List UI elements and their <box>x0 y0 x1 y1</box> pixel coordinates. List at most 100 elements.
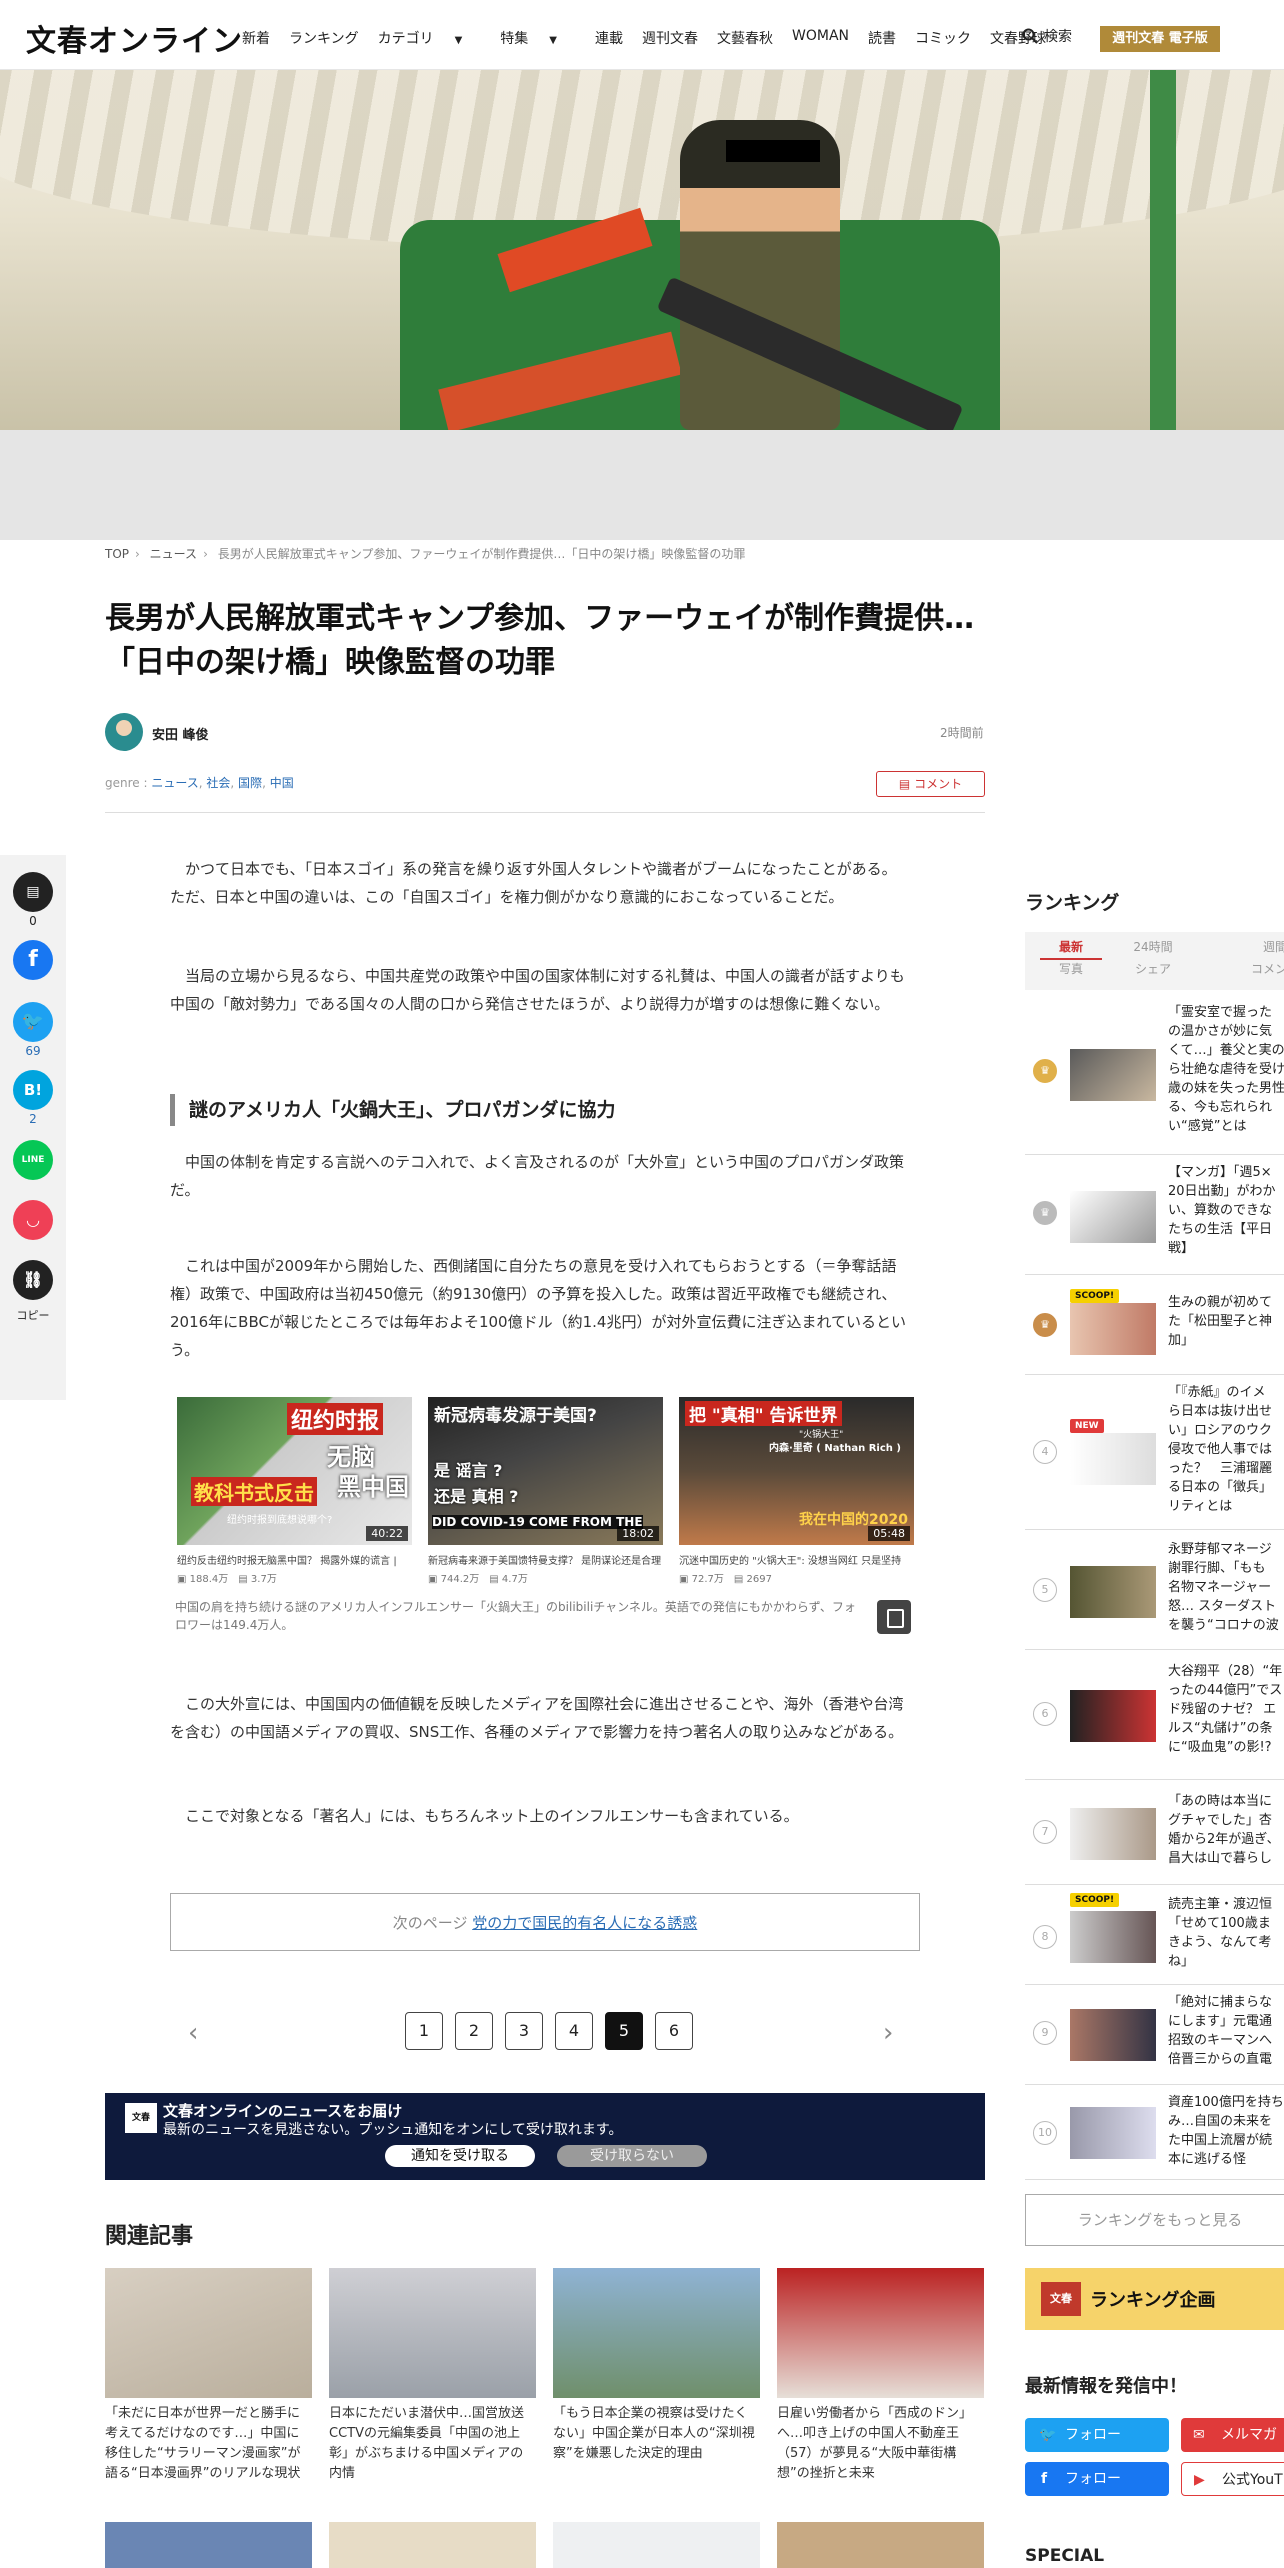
comment-share-icon[interactable]: ▤ <box>13 872 53 912</box>
related-article[interactable]: 日本にただいま潜伏中…国営放送CCTVの元編集委員「中国の池上彰」がぶちまける中… <box>329 2268 536 2484</box>
related-thumbnail[interactable] <box>329 2522 536 2568</box>
nav-item-weekly[interactable]: 週刊文春 <box>642 28 698 48</box>
pager-prev-icon[interactable]: ‹ <box>188 2018 198 2048</box>
genre-news[interactable]: ニュース <box>151 776 198 790</box>
tab-latest[interactable]: 最新 <box>1031 938 1111 955</box>
page-5-current[interactable]: 5 <box>605 2012 643 2050</box>
twitter-icon[interactable]: 🐦 <box>13 1002 53 1042</box>
next-page-link[interactable]: 次のページ 党の力で国民的有名人になる誘惑 <box>170 1893 920 1951</box>
ranking-item[interactable]: 10 資産100億円を持ち み…自国の未来を た中国上流層が続 本に逃げる怪 <box>1025 2085 1284 2180</box>
nav-item-books[interactable]: 読書 <box>868 28 896 48</box>
ranking-item[interactable]: 5 永野芽郁マネージ 謝罪行脚、「もも 名物マネージャー 怒… スターダスト を… <box>1025 1530 1284 1650</box>
author-name[interactable]: 安田 峰俊 <box>152 724 209 743</box>
scoop-badge: SCOOP! <box>1070 1893 1120 1907</box>
nav-item-new[interactable]: 新着 <box>242 28 270 48</box>
ranking-item[interactable]: 8 SCOOP! 読売主筆・渡辺恒 「せめて100歳ま きよう、なんて考 ね」 <box>1025 1885 1284 1985</box>
youtube-icon: ▶ <box>1194 2472 1205 2488</box>
nav-item-series[interactable]: 連載 <box>595 28 623 48</box>
related-thumbnail <box>553 2268 760 2398</box>
rank-number: 4 <box>1033 1440 1057 1464</box>
nav-item-bungeishunju[interactable]: 文藝春秋 <box>717 28 773 48</box>
pager-next-icon[interactable]: › <box>883 2018 893 2048</box>
related-thumbnail[interactable] <box>553 2522 760 2568</box>
tab-photo[interactable]: 写真 <box>1031 960 1111 977</box>
video-caption[interactable]: 沉迷中国历史的 "火锅大王": 没想当网红 只是坚持 <box>679 1552 919 1567</box>
hatena-bookmark-icon[interactable]: B! <box>13 1070 53 1110</box>
related-article[interactable]: 日雇い労働者から「西成のドン」へ…叩き上げの中国人不動産王（57）が夢見る“大阪… <box>777 2268 984 2484</box>
nav-item-category[interactable]: カテゴリ ▼ <box>378 28 482 48</box>
article-paragraph: 中国の体制を肯定する言説へのテコ入れで、よく言及されるのが「大外宣」という中国の… <box>170 1153 904 1199</box>
ranking-title: 「絶対に捕まらな にします」元電通 招致のキーマンへ 倍晋三からの直電 <box>1168 1995 1273 2067</box>
page-3[interactable]: 3 <box>505 2012 543 2050</box>
bunshun-logo-icon: 文春 <box>125 2103 157 2133</box>
rank-number: 5 <box>1033 1578 1057 1602</box>
section-heading: 謎のアメリカ人「火鍋大王」、プロパガンダに協力 <box>170 1094 910 1126</box>
ranking-item[interactable]: 7 「あの時は本当に グチャでした」杏 婚から2年が過ぎ、 昌大は山で暮らし <box>1025 1780 1284 1885</box>
video-thumbnail[interactable]: 把 "真相" 告诉世界 "火锅大王" 内森·里奇 ( Nathan Rich )… <box>679 1397 914 1545</box>
ebook-button[interactable]: 週刊文春 電子版 <box>1100 26 1220 52</box>
ranking-item[interactable]: 6 大谷翔平（28）“年 ったの44億円”でス ド残留のナゼ？ エ ルス“丸儲け… <box>1025 1650 1284 1780</box>
decline-notification-button[interactable]: 受け取らない <box>557 2145 707 2167</box>
comment-button[interactable]: ▤ コメント <box>876 771 985 797</box>
next-page-title[interactable]: 党の力で国民的有名人になる誘惑 <box>472 1914 697 1932</box>
video-thumbnail[interactable]: 新冠病毒发源于美国? 是 谣言 ? 还是 真相 ? DID COVID-19 C… <box>428 1397 663 1545</box>
hero-pole <box>1150 70 1176 430</box>
page-6[interactable]: 6 <box>655 2012 693 2050</box>
ranking-banner[interactable]: 文春 ランキング企画 <box>1025 2268 1284 2330</box>
tab-weekly[interactable]: 週間 <box>1235 938 1284 955</box>
pocket-icon[interactable]: ◡ <box>13 1200 53 1240</box>
social-heading: 最新情報を発信中！ <box>1025 2376 1187 2397</box>
twitter-count: 69 <box>25 1044 41 1058</box>
genre-international[interactable]: 国際 <box>238 776 262 790</box>
nav-item-woman[interactable]: WOMAN <box>792 28 849 48</box>
share-bar: ▤ 0 f 🐦 69 B! 2 LINE ◡ ⛓ コピー <box>0 855 66 1400</box>
page-4[interactable]: 4 <box>555 2012 593 2050</box>
genre-society[interactable]: 社会 <box>206 776 230 790</box>
tab-24h[interactable]: 24時間 <box>1113 938 1193 955</box>
search-label: 検索 <box>1044 29 1072 45</box>
tab-comment[interactable]: コメント <box>1235 960 1284 977</box>
link-copy-icon[interactable]: ⛓ <box>13 1260 53 1300</box>
breadcrumb-news[interactable]: ニュース <box>150 547 197 561</box>
ranking-item[interactable]: ♛ 「霊安室で握った の温かさが妙に気 くて…」養父と実の ら壮絶な虐待を受け … <box>1025 995 1284 1155</box>
video-thumbnail[interactable]: 纽约时报 无脑 教科书式反击 黑中国 纽约时报到底想说哪个? 40:22 <box>177 1397 412 1545</box>
twitter-follow-button[interactable]: 🐦 フォロー <box>1025 2418 1169 2452</box>
video-overlay-text: 教科书式反击 <box>191 1477 317 1506</box>
twitter-icon: 🐦 <box>1039 2427 1057 2443</box>
accept-notification-button[interactable]: 通知を受け取る <box>385 2145 535 2167</box>
related-thumbnail[interactable] <box>777 2522 984 2568</box>
line-icon[interactable]: LINE <box>13 1140 53 1180</box>
video-caption[interactable]: 新冠病毒来源于美国馈特曼支撑？ 是阴谋论还是合理 <box>428 1552 668 1567</box>
search-button[interactable]: 検索 <box>1022 26 1072 46</box>
ranking-item[interactable]: 4 NEW 「『赤紙』のイメ ら日本は抜け出せ い」ロシアのウク 侵攻で他人事で… <box>1025 1375 1284 1530</box>
author-avatar[interactable] <box>105 713 143 751</box>
ranking-item[interactable]: 9 「絶対に捕まらな にします」元電通 招致のキーマンへ 倍晋三からの直電 <box>1025 1985 1284 2085</box>
site-logo[interactable]: 文春オンライン <box>26 16 243 60</box>
copy-icon[interactable] <box>877 1600 911 1634</box>
genre-china[interactable]: 中国 <box>270 776 294 790</box>
danmaku-icon: ▤ <box>733 1574 747 1585</box>
tab-share[interactable]: シェア <box>1113 960 1193 977</box>
publish-time: 2時間前 <box>940 726 984 740</box>
ranking-more-button[interactable]: ランキングをもっと見る <box>1025 2194 1284 2246</box>
breadcrumb-top[interactable]: TOP <box>105 547 129 561</box>
facebook-icon[interactable]: f <box>13 940 53 980</box>
hero-child <box>680 120 840 430</box>
related-article[interactable]: 「未だに日本が世界一だと勝手に考えてるだけなのです…」中国に移住した“サラリーマ… <box>105 2268 312 2484</box>
related-article[interactable]: 「もう日本企業の視察は受けたくない」中国企業が日本人の“深圳視察”を嫌悪した決定… <box>553 2268 760 2464</box>
nav-item-feature[interactable]: 特集 ▼ <box>500 28 576 48</box>
ranking-item[interactable]: ♛ SCOOP! 生みの親が初めて た「松田聖子と神 加」 <box>1025 1275 1284 1375</box>
video-caption[interactable]: 纽约反击纽约时报无脑黑中国？ 揭露外媒的谎言 | <box>177 1552 417 1567</box>
related-title: 日本にただいま潜伏中…国営放送CCTVの元編集委員「中国の池上彰」がぶちまける中… <box>329 2406 525 2481</box>
youtube-button[interactable]: ▶ 公式YouT <box>1181 2462 1284 2496</box>
nav-item-comic[interactable]: コミック <box>915 28 971 48</box>
facebook-follow-button[interactable]: f フォロー <box>1025 2462 1169 2496</box>
related-thumbnail <box>329 2268 536 2398</box>
rank-number: 8 <box>1033 1925 1057 1949</box>
ranking-item[interactable]: ♛ 【マンガ】「週5× 20日出勤」がわか い、算数のできな たちの生活【平日 … <box>1025 1155 1284 1275</box>
mailmag-button[interactable]: ✉ メルマガ <box>1181 2418 1284 2452</box>
nav-item-ranking[interactable]: ランキング <box>289 28 359 48</box>
related-thumbnail[interactable] <box>105 2522 312 2568</box>
page-2[interactable]: 2 <box>455 2012 493 2050</box>
page-1[interactable]: 1 <box>405 2012 443 2050</box>
